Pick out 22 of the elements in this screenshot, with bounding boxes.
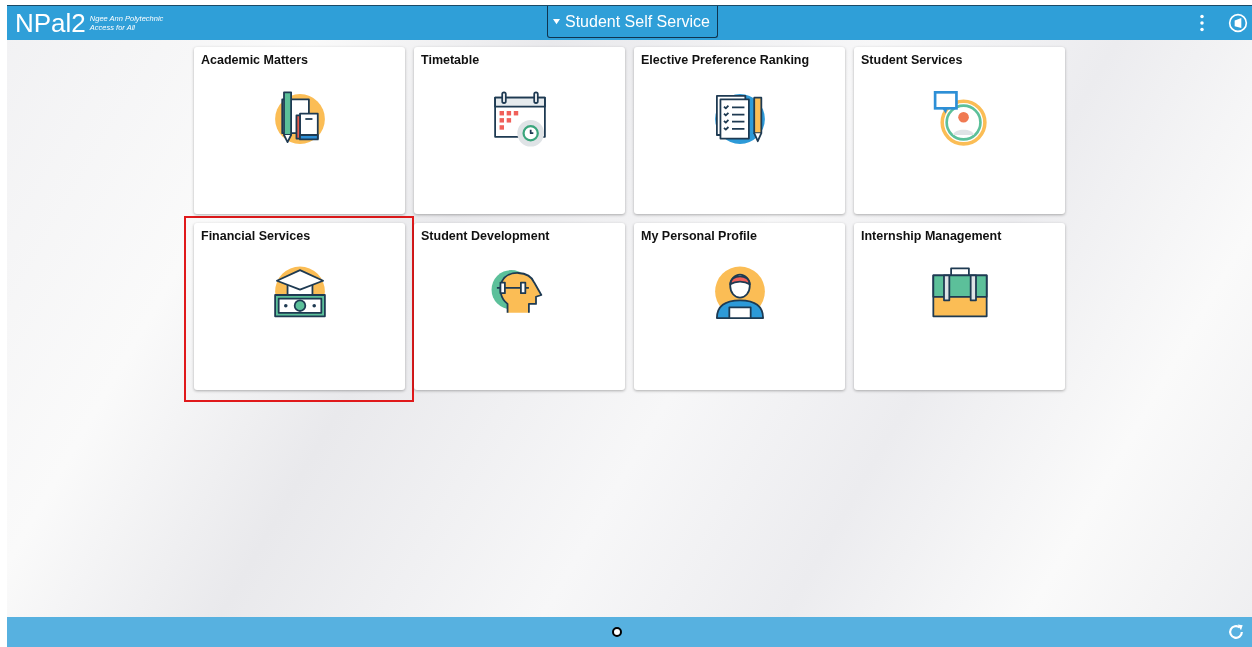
logo-mark: NPal2	[15, 7, 86, 39]
tile-title: My Personal Profile	[641, 229, 757, 243]
tile-title: Timetable	[421, 53, 480, 67]
navbar-icon[interactable]	[1228, 13, 1248, 33]
tile[interactable]: Internship Management	[854, 223, 1065, 390]
more-options-icon[interactable]	[1198, 13, 1206, 33]
tile-title: Student Services	[861, 53, 963, 67]
refresh-icon[interactable]	[1226, 622, 1246, 642]
tile-title: Financial Services	[201, 229, 311, 243]
tile[interactable]: Financial Services	[194, 223, 405, 390]
tile[interactable]: Elective Preference Ranking	[634, 47, 845, 214]
tile[interactable]: My Personal Profile	[634, 223, 845, 390]
caret-icon	[552, 18, 561, 25]
tile-title: Internship Management	[861, 229, 1002, 243]
tile[interactable]: Student Services	[854, 47, 1065, 214]
tile-title: Academic Matters	[201, 53, 308, 67]
tile-title: Elective Preference Ranking	[641, 53, 810, 67]
tile-title: Student Development	[421, 229, 550, 243]
tile[interactable]: Student Development	[414, 223, 625, 390]
tile[interactable]: Timetable	[414, 47, 625, 214]
page-indicator-dot[interactable]	[611, 627, 622, 637]
tile[interactable]: Academic Matters	[194, 47, 405, 214]
